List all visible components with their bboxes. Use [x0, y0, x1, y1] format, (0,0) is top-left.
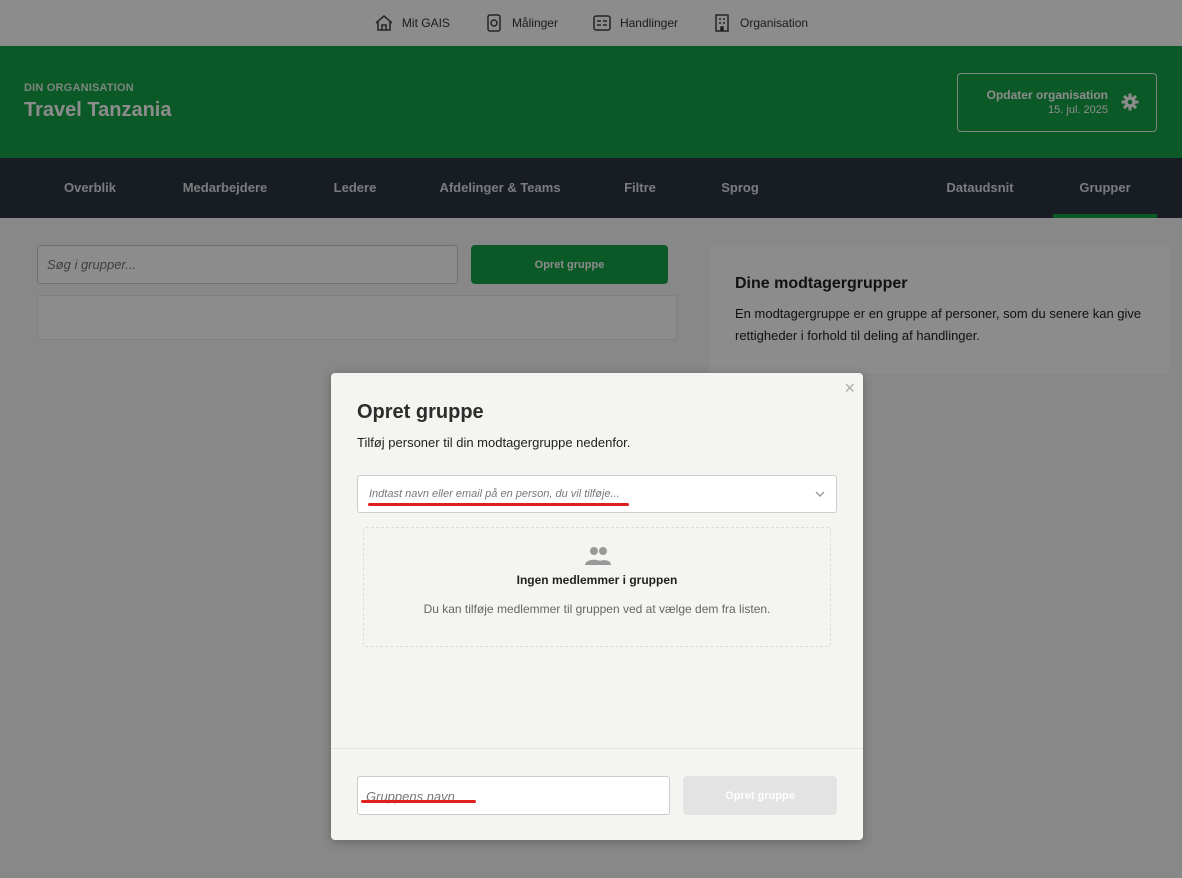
- create-group-submit-button[interactable]: Opret gruppe: [683, 776, 837, 815]
- modal-title: Opret gruppe: [357, 401, 484, 423]
- person-select-input[interactable]: Indtast navn eller email på en person, d…: [357, 475, 837, 513]
- close-icon[interactable]: ×: [844, 378, 855, 399]
- modal-divider: [331, 748, 863, 749]
- chevron-down-icon: [815, 491, 825, 497]
- create-group-modal: × Opret gruppe Tilføj personer til din m…: [331, 373, 863, 840]
- group-icon: [585, 547, 611, 565]
- annotation-underline: [361, 800, 476, 803]
- empty-title: Ingen medlemmer i gruppen: [516, 573, 678, 587]
- group-name-input[interactable]: Gruppens navn: [357, 776, 670, 815]
- person-select-placeholder: Indtast navn eller email på en person, d…: [369, 488, 620, 500]
- empty-members-box: Ingen medlemmer i gruppen Du kan tilføje…: [363, 527, 831, 647]
- modal-subtitle: Tilføj personer til din modtagergruppe n…: [357, 435, 631, 450]
- annotation-underline: [368, 503, 629, 506]
- empty-text: Du kan tilføje medlemmer til gruppen ved…: [423, 602, 771, 616]
